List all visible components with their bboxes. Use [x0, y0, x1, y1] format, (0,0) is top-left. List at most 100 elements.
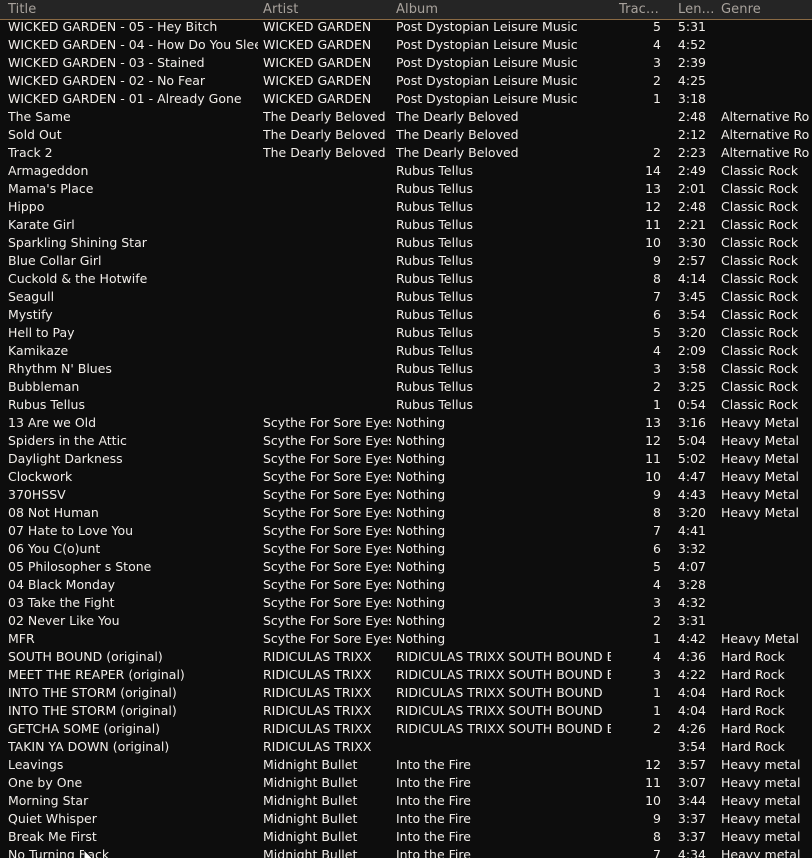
table-row[interactable]: SOUTH BOUND (original) RIDICULAS TRIXX RID… — [0, 648, 812, 666]
table-row[interactable]: 05 Philosopher s Stone Scythe For Sore Ey… — [0, 558, 812, 576]
table-row[interactable]: GETCHA SOME (original) RIDICULAS TRIXX RID… — [0, 720, 812, 738]
cell-genre: Heavy metal — [721, 811, 801, 826]
cell-genre: Classic Rock — [721, 361, 799, 376]
cell-artist: RIDICULAS TRIXX — [263, 649, 372, 664]
cell-length: 2:57 — [677, 253, 706, 268]
table-row[interactable]: Daylight Darkness Scythe For Sore Eyes Not… — [0, 450, 812, 468]
cell-album: Nothing — [396, 487, 446, 502]
cell-title: Karate Girl — [8, 217, 75, 232]
cell-track-number: 3 — [653, 361, 661, 376]
table-row[interactable]: 04 Black Monday Scythe For Sore Eyes Nothi… — [0, 576, 812, 594]
table-row[interactable]: MFR Scythe For Sore Eyes Nothing 1 4:42 Heavy… — [0, 630, 812, 648]
table-row[interactable]: Hippo Rubus Tellus 12 2:48 Classic Rock — [0, 198, 812, 216]
cell-track-number: 13 — [645, 181, 661, 196]
cell-album: The Dearly Beloved — [396, 145, 519, 160]
table-row[interactable]: 02 Never Like You Scythe For Sore Eyes Not… — [0, 612, 812, 630]
cell-artist: RIDICULAS TRIXX — [263, 685, 372, 700]
cell-length: 4:25 — [677, 73, 706, 88]
cell-title: Bubbleman — [8, 379, 80, 394]
cell-length: 5:31 — [677, 20, 706, 34]
cell-title: MFR — [8, 631, 35, 646]
table-header-row: Title Artist Album Trac… Len… Genre — [0, 0, 812, 20]
table-row[interactable]: One by One Midnight Bullet Into the Fire 11… — [0, 774, 812, 792]
table-row[interactable]: 08 Not Human Scythe For Sore Eyes Nothing 8… — [0, 504, 812, 522]
cell-genre: Hard Rock — [721, 739, 785, 754]
table-row[interactable]: MEET THE REAPER (original) RIDICULAS TRIX… — [0, 666, 812, 684]
table-row[interactable]: Track 2 The Dearly Beloved The Dearly Belo… — [0, 144, 812, 162]
cell-length: 4:04 — [677, 685, 706, 700]
cell-track-number: 3 — [653, 667, 661, 682]
cell-track-number: 2 — [653, 145, 661, 160]
table-row[interactable]: Kamikaze Rubus Tellus 4 2:09 Classic Rock — [0, 342, 812, 360]
cell-album: The Dearly Beloved — [396, 127, 519, 142]
cell-title: 05 Philosopher s Stone — [8, 559, 152, 574]
table-row[interactable]: 370HSSV Scythe For Sore Eyes Nothing 9 4:43 H… — [0, 486, 812, 504]
table-row[interactable]: Blue Collar Girl Rubus Tellus 9 2:57 Classic… — [0, 252, 812, 270]
cell-length: 3:45 — [677, 289, 706, 304]
table-row[interactable]: Mama's Place Rubus Tellus 13 2:01 Classic Ro… — [0, 180, 812, 198]
cell-genre: Hard Rock — [721, 649, 785, 664]
cell-genre: Classic Rock — [721, 199, 799, 214]
table-row[interactable]: Clockwork Scythe For Sore Eyes Nothing 10 4:… — [0, 468, 812, 486]
column-header-genre[interactable]: Genre — [721, 1, 761, 19]
table-row[interactable]: Seagull Rubus Tellus 7 3:45 Classic Rock — [0, 288, 812, 306]
table-row[interactable]: Sold Out The Dearly Beloved The Dearly Bel… — [0, 126, 812, 144]
table-row[interactable]: 03 Take the Fight Scythe For Sore Eyes Not… — [0, 594, 812, 612]
cell-track-number: 10 — [645, 235, 661, 250]
cell-genre: Alternative Rock — [721, 127, 809, 142]
table-row[interactable]: Sparkling Shining Star Rubus Tellus 10 3:30… — [0, 234, 812, 252]
table-row[interactable]: No Turning Back Midnight Bullet Into the F… — [0, 846, 812, 858]
column-header-length[interactable]: Len… — [678, 1, 715, 19]
table-row[interactable]: 07 Hate to Love You Scythe For Sore Eyes N… — [0, 522, 812, 540]
cell-album: Rubus Tellus — [396, 361, 473, 376]
column-header-track[interactable]: Trac… — [619, 1, 659, 19]
cell-title: 06 You C(o)unt — [8, 541, 101, 556]
cell-genre: Heavy metal — [721, 829, 801, 844]
table-row[interactable]: Quiet Whisper Midnight Bullet Into the Fir… — [0, 810, 812, 828]
cell-album: Rubus Tellus — [396, 343, 473, 358]
cell-artist: Midnight Bullet — [263, 793, 358, 808]
table-row[interactable]: TAKIN YA DOWN (original) RIDICULAS TRIXX 3… — [0, 738, 812, 756]
table-row[interactable]: Morning Star Midnight Bullet Into the Fire… — [0, 792, 812, 810]
track-list[interactable]: WICKED GARDEN - 05 - Hey Bitch WICKED GAR… — [0, 20, 812, 858]
cell-track-number: 13 — [645, 415, 661, 430]
table-row[interactable]: Armageddon Rubus Tellus 14 2:49 Classic Rock — [0, 162, 812, 180]
cell-album: Rubus Tellus — [396, 181, 473, 196]
table-row[interactable]: INTO THE STORM (original) RIDICULAS TRIXX… — [0, 684, 812, 702]
column-header-artist[interactable]: Artist — [263, 1, 298, 19]
cell-length: 3:57 — [677, 757, 706, 772]
table-row[interactable]: Spiders in the Attic Scythe For Sore Eyes… — [0, 432, 812, 450]
table-row[interactable]: Karate Girl Rubus Tellus 11 2:21 Classic Roc… — [0, 216, 812, 234]
table-row[interactable]: WICKED GARDEN - 03 - Stained WICKED GARDE… — [0, 54, 812, 72]
cell-album: Into the Fire — [396, 793, 471, 808]
table-row[interactable]: WICKED GARDEN - 01 - Already Gone WICKED … — [0, 90, 812, 108]
cell-album: Into the Fire — [396, 757, 471, 772]
table-row[interactable]: WICKED GARDEN - 02 - No Fear WICKED GARDE… — [0, 72, 812, 90]
column-header-album[interactable]: Album — [396, 1, 438, 19]
table-row[interactable]: 06 You C(o)unt Scythe For Sore Eyes Nothin… — [0, 540, 812, 558]
table-row[interactable]: 13 Are we Old Scythe For Sore Eyes Nothing… — [0, 414, 812, 432]
cell-album: Nothing — [396, 505, 446, 520]
table-row[interactable]: WICKED GARDEN - 05 - Hey Bitch WICKED GAR… — [0, 20, 812, 36]
table-row[interactable]: INTO THE STORM (original) RIDICULAS TRIXX… — [0, 702, 812, 720]
cell-track-number: 14 — [645, 163, 661, 178]
column-header-title[interactable]: Title — [8, 1, 36, 19]
table-row[interactable]: WICKED GARDEN - 04 - How Do You Sleep WIC… — [0, 36, 812, 54]
cell-title: Sold Out — [8, 127, 62, 142]
table-row[interactable]: The Same The Dearly Beloved The Dearly Bel… — [0, 108, 812, 126]
table-row[interactable]: Cuckold & the Hotwife Rubus Tellus 8 4:14 Cl… — [0, 270, 812, 288]
cell-track-number: 2 — [653, 721, 661, 736]
table-row[interactable]: Break Me First Midnight Bullet Into the Fi… — [0, 828, 812, 846]
cell-length: 4:14 — [677, 271, 706, 286]
table-row[interactable]: Leavings Midnight Bullet Into the Fire 12 3:… — [0, 756, 812, 774]
table-row[interactable]: Hell to Pay Rubus Tellus 5 3:20 Classic Rock — [0, 324, 812, 342]
cell-artist: RIDICULAS TRIXX — [263, 667, 372, 682]
table-row[interactable]: Rubus Tellus Rubus Tellus 1 0:54 Classic Roc… — [0, 396, 812, 414]
cell-album: Nothing — [396, 469, 446, 484]
table-row[interactable]: Rhythm N' Blues Rubus Tellus 3 3:58 Classic … — [0, 360, 812, 378]
cell-genre: Heavy Metal — [721, 505, 800, 520]
table-row[interactable]: Mystify Rubus Tellus 6 3:54 Classic Rock — [0, 306, 812, 324]
cell-title: GETCHA SOME (original) — [8, 721, 161, 736]
table-row[interactable]: Bubbleman Rubus Tellus 2 3:25 Classic Rock — [0, 378, 812, 396]
cell-track-number: 11 — [645, 451, 661, 466]
